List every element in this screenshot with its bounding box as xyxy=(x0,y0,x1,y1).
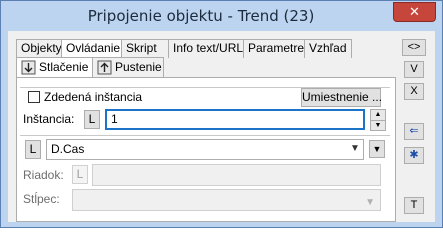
tab-parametre[interactable]: Parametre xyxy=(243,39,305,58)
spin-down-icon[interactable]: ▼ xyxy=(371,120,385,130)
v-button[interactable]: V xyxy=(404,61,424,78)
placement-button[interactable]: Umiestnenie ... xyxy=(301,88,382,107)
x-button[interactable]: X xyxy=(404,83,424,100)
tab-ovladanie[interactable]: Ovládanie xyxy=(61,39,122,59)
asterisk-button[interactable]: ✱ xyxy=(404,147,424,164)
tab-info-text-url[interactable]: Info text/URL xyxy=(168,39,244,58)
close-button[interactable]: ✕ xyxy=(393,2,436,22)
object-combobox-value: D.Cas xyxy=(51,142,85,156)
tab-pustenie-label: Pustenie xyxy=(115,60,162,74)
chevron-down-icon[interactable]: ▼ xyxy=(350,143,360,154)
object-dropdown-button[interactable]: ▼ xyxy=(369,140,385,158)
inherited-instance-label: Zdedená inštancia xyxy=(44,90,143,104)
title-bar[interactable]: Pripojenie objektu - Trend (23) ✕ xyxy=(1,1,442,31)
dialog-window: Pripojenie objektu - Trend (23) ✕ Objekt… xyxy=(0,0,443,228)
column-combobox: ▼ xyxy=(72,189,381,211)
instance-l-button[interactable]: L xyxy=(84,110,100,129)
column-chevron-down-icon: ▼ xyxy=(365,197,375,208)
column-label: Stĺpec: xyxy=(23,192,60,206)
press-down-icon xyxy=(21,60,36,75)
t-button[interactable]: T xyxy=(404,197,424,214)
tab-pustenie[interactable]: Pustenie xyxy=(92,57,164,78)
window-title: Pripojenie objektu - Trend (23) xyxy=(87,7,315,25)
instance-spinner[interactable]: ▲ ▼ xyxy=(370,109,386,131)
inherited-instance-checkbox[interactable] xyxy=(28,91,40,103)
instance-input[interactable]: 1 xyxy=(105,109,365,130)
tab-objekty[interactable]: Objekty xyxy=(16,39,62,58)
tab-skript[interactable]: Skript xyxy=(121,39,169,58)
separator-middle xyxy=(20,135,390,137)
tab-stlacenie[interactable]: Stlačenie xyxy=(16,57,93,78)
tab-stlacenie-label: Stlačenie xyxy=(39,60,89,74)
row-label: Riadok: xyxy=(23,168,64,182)
object-l-button[interactable]: L xyxy=(25,140,41,159)
instance-label: Inštancia: xyxy=(23,112,75,126)
release-up-icon xyxy=(97,60,112,75)
dialog-client: Objekty Ovládanie Skript Info text/URL P… xyxy=(8,31,435,222)
spin-up-icon[interactable]: ▲ xyxy=(371,110,385,120)
tab-vzhlad[interactable]: Vzhľad xyxy=(304,39,352,58)
object-combobox[interactable]: D.Cas xyxy=(46,139,364,160)
row-input xyxy=(92,164,381,186)
row-l-button: L xyxy=(72,165,88,184)
expand-button[interactable]: <> xyxy=(402,39,426,56)
back-arrow-button[interactable]: ⇐ xyxy=(404,123,424,140)
